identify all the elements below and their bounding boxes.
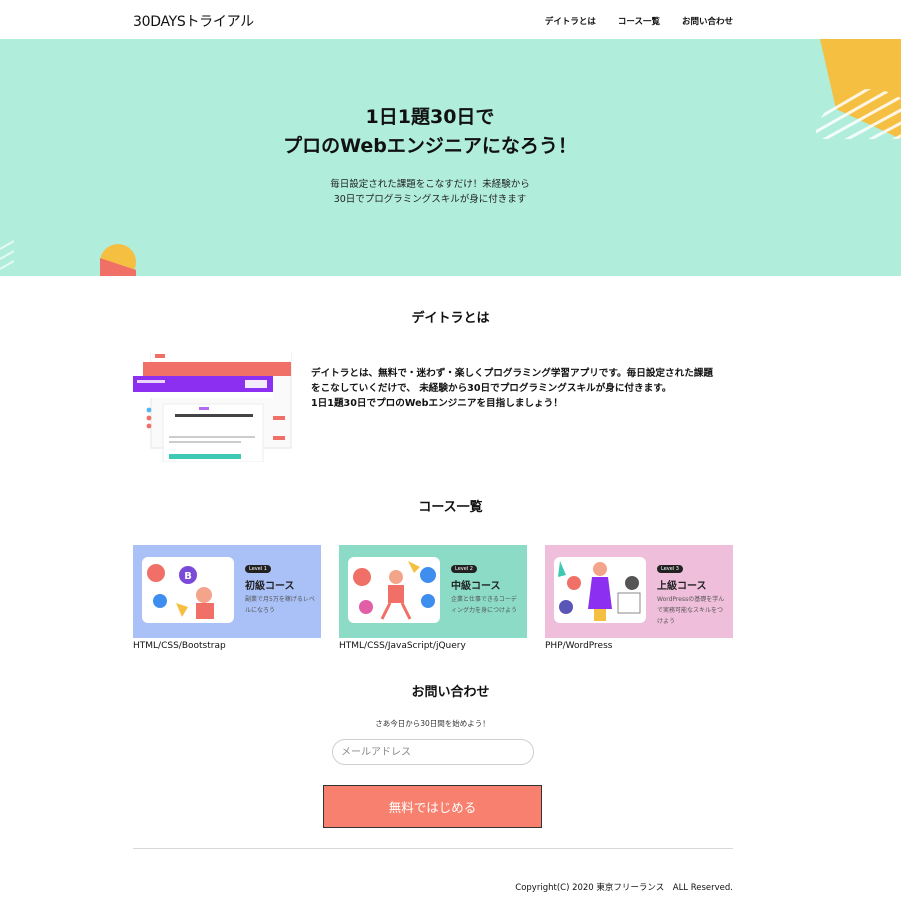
course-level-badge: Level 3	[657, 565, 683, 573]
course-illustration	[554, 557, 646, 623]
hero-subtitle: 毎日設定された課題をこなすだけ！未経験から 30日でプログラミングスキルが身に付…	[0, 177, 860, 207]
course-name: 初級コース	[245, 581, 295, 592]
footer-divider	[133, 848, 733, 849]
course-thumbnail[interactable]: Level 2 中級コース 企業と仕事できるコーディング力を身につけよう	[339, 545, 527, 638]
course-thumbnail[interactable]: B Level 1 初級コース 副業で月5万を稼げるレベルになろう	[133, 545, 321, 638]
course-illustration: B	[142, 557, 234, 623]
main-nav: デイトラとは コース一覧 お問い合わせ	[545, 15, 733, 27]
about-line3: 1日1題30日でプロのWebエンジニアを目指しましょう！	[311, 398, 563, 409]
hero-subtitle-line1: 毎日設定された課題をこなすだけ！未経験から	[330, 179, 530, 190]
contact-section-title: お問い合わせ	[411, 685, 490, 700]
email-input[interactable]	[332, 739, 534, 765]
hero-title-line2: プロのWebエンジニアになろう！	[283, 135, 577, 157]
about-line1: デイトラとは、無料で・迷わず・楽しくプログラミング学習アプリです。毎日設定された…	[311, 368, 713, 379]
courses-section-title: コース一覧	[418, 500, 483, 515]
svg-text:B: B	[184, 571, 192, 582]
hero-title-line1: 1日1題30日で	[365, 106, 495, 128]
contact-lead-text: さあ今日から30日間を始めよう！	[375, 719, 490, 728]
course-tech-label[interactable]: HTML/CSS/JavaScript/jQuery	[339, 641, 527, 651]
hero-section: 1日1題30日で プロのWebエンジニアになろう！ 毎日設定された課題をこなすだ…	[0, 39, 901, 276]
course-description: WordPressの基礎を学んで実務可能なスキルをつけよう	[657, 596, 725, 625]
course-thumbnail[interactable]: Level 3 上級コース WordPressの基礎を学んで実務可能なスキルをつ…	[545, 545, 733, 638]
course-card-advanced[interactable]: Level 3 上級コース WordPressの基礎を学んで実務可能なスキルをつ…	[545, 545, 733, 651]
hero-title: 1日1題30日で プロのWebエンジニアになろう！	[0, 103, 860, 161]
course-tech-label[interactable]: HTML/CSS/Bootstrap	[133, 641, 321, 651]
about-line2: をこなしていくだけで、 未経験から30日でプログラミングスキルが身に付きます。	[311, 383, 672, 394]
course-name: 中級コース	[451, 581, 501, 592]
start-free-button[interactable]: 無料ではじめる	[323, 785, 542, 828]
nav-link-courses[interactable]: コース一覧	[618, 15, 660, 27]
app-screenshot-image	[133, 352, 292, 462]
course-card-beginner[interactable]: B Level 1 初級コース 副業で月5万を稼げるレベルになろう HTML/C…	[133, 545, 321, 651]
course-tech-label[interactable]: PHP/WordPress	[545, 641, 733, 651]
copyright-text: Copyright(C) 2020 東京フリーランス ALL Reserved.	[515, 883, 733, 893]
about-section-title: デイトラとは	[411, 311, 490, 326]
course-card-intermediate[interactable]: Level 2 中級コース 企業と仕事できるコーディング力を身につけよう HTM…	[339, 545, 527, 651]
decorative-circle-bottom-left	[100, 244, 136, 276]
nav-link-contact[interactable]: お問い合わせ	[682, 15, 733, 27]
decorative-stripes-left	[0, 240, 14, 270]
course-name: 上級コース	[657, 581, 707, 592]
hero-subtitle-line2: 30日でプログラミングスキルが身に付きます	[333, 194, 527, 205]
site-logo[interactable]: 30DAYSトライアル	[133, 11, 254, 31]
course-level-badge: Level 1	[245, 565, 271, 573]
about-description: デイトラとは、無料で・迷わず・楽しくプログラミング学習アプリです。毎日設定された…	[311, 366, 736, 411]
nav-link-about[interactable]: デイトラとは	[545, 15, 596, 27]
course-level-badge: Level 2	[451, 565, 477, 573]
course-description: 企業と仕事できるコーディング力を身につけよう	[451, 596, 518, 614]
site-header: 30DAYSトライアル デイトラとは コース一覧 お問い合わせ	[0, 0, 901, 39]
course-description: 副業で月5万を稼げるレベルになろう	[245, 596, 315, 614]
course-illustration	[348, 557, 440, 623]
